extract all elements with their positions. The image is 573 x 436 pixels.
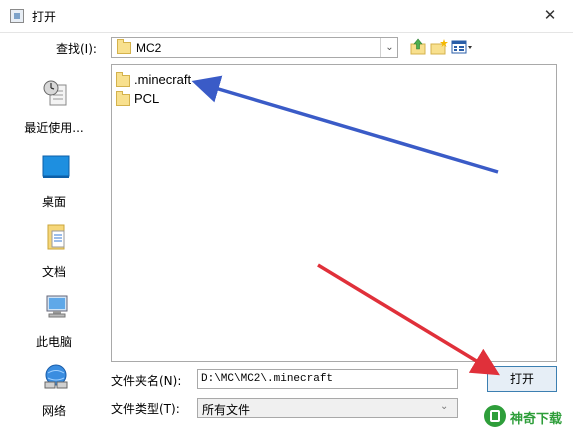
file-list[interactable]: .minecraft PCL <box>111 64 557 362</box>
chevron-down-icon[interactable]: ⌄ <box>380 38 398 57</box>
filename-label: 文件夹名(N): <box>111 374 182 388</box>
filetype-label: 文件类型(T): <box>111 402 180 416</box>
up-folder-icon[interactable] <box>408 37 428 57</box>
place-documents[interactable]: 文档 <box>11 223 97 287</box>
place-label: 文档 <box>41 265 66 279</box>
computer-icon <box>42 293 70 321</box>
folder-icon <box>116 91 130 106</box>
place-recent[interactable]: 最近使用... <box>11 79 97 143</box>
file-name: .minecraft <box>134 72 192 87</box>
open-button[interactable]: 打开 <box>487 366 557 392</box>
java-app-icon <box>10 9 24 23</box>
look-in-combo[interactable]: MC2 ⌄ <box>111 37 398 58</box>
place-label: 最近使用... <box>24 121 84 135</box>
close-button[interactable]: ✕ <box>538 4 562 26</box>
place-this-pc[interactable]: 此电脑 <box>11 293 97 357</box>
place-label: 网络 <box>41 404 66 418</box>
list-item[interactable]: PCL <box>116 90 176 108</box>
folder-icon <box>116 72 130 87</box>
list-item[interactable]: .minecraft <box>116 71 206 89</box>
place-label: 此电脑 <box>35 335 72 349</box>
places-bar: 最近使用... 桌面 文档 此电脑 网络 <box>11 65 97 425</box>
place-label: 桌面 <box>41 195 66 209</box>
look-in-label: 查找(I): <box>56 42 97 56</box>
documents-icon <box>42 223 70 251</box>
filename-input[interactable] <box>197 369 458 389</box>
view-menu-icon[interactable] <box>450 37 474 57</box>
window-title: 打开 <box>32 10 57 24</box>
recent-items-icon <box>42 79 70 107</box>
place-network[interactable]: 网络 <box>11 362 97 426</box>
filetype-value: 所有文件 <box>202 403 251 417</box>
watermark-logo-icon <box>484 405 506 427</box>
chevron-down-icon: ⌄ <box>440 401 449 412</box>
folder-icon <box>117 39 131 54</box>
look-in-value: MC2 <box>136 41 162 55</box>
watermark-text: 神奇下载 <box>510 412 563 427</box>
watermark: 神奇下载 <box>480 401 570 431</box>
filetype-select[interactable]: 所有文件 ⌄ <box>197 398 458 418</box>
place-desktop[interactable]: 桌面 <box>11 153 97 217</box>
network-icon <box>42 362 70 390</box>
new-folder-icon[interactable] <box>429 37 449 57</box>
desktop-icon <box>42 153 70 181</box>
file-name: PCL <box>134 91 160 106</box>
title-bar: 打开 ✕ <box>0 0 573 32</box>
